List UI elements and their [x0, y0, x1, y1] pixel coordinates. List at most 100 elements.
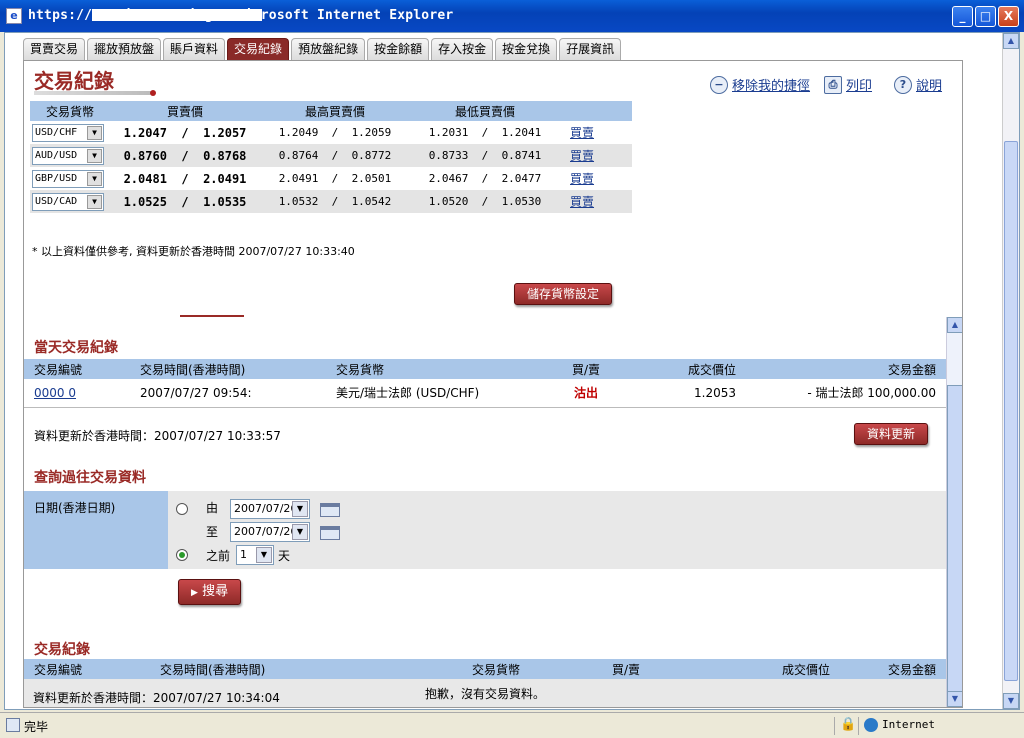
rate-row: AUD/USD ▼ 0.8760 / 0.8768 0.8764 / 0.8772 0.…	[30, 144, 632, 167]
history-header-time: 交易時間(香港時間)	[160, 659, 320, 679]
currency-pair-value: USD/CAD	[35, 195, 78, 207]
status-divider	[858, 717, 859, 735]
trade-link[interactable]: 買賣	[570, 126, 594, 140]
window-scroll-up[interactable]: ▲	[1003, 33, 1019, 49]
window-scroll-thumb[interactable]	[1004, 141, 1018, 681]
ie-icon: e	[6, 8, 22, 24]
trade-link[interactable]: 買賣	[570, 149, 594, 163]
high-bid-value: 0.8764	[278, 149, 319, 162]
currency-pair-select[interactable]: AUD/USD ▼	[32, 146, 104, 165]
print-link[interactable]: ⎙ 列印	[824, 75, 872, 94]
tab-3[interactable]: 交易紀錄	[227, 38, 290, 60]
tab-2[interactable]: 賬戶資料	[163, 38, 226, 60]
history-header-id: 交易編號	[24, 659, 160, 679]
rates-header-pair: 交易貨幣	[30, 101, 110, 121]
window-scrollbar[interactable]: ▲ ▼	[1002, 33, 1019, 709]
window-scroll-down[interactable]: ▼	[1003, 693, 1019, 709]
bid-value: 1.0525	[123, 194, 167, 209]
currency-pair-select[interactable]: GBP/USD ▼	[32, 169, 104, 188]
days-select[interactable]: 1 ▼	[236, 545, 274, 565]
low-bid-value: 1.0520	[428, 195, 469, 208]
chevron-down-icon: ▼	[87, 125, 102, 140]
transaction-id-link[interactable]: 0000 0	[34, 386, 76, 400]
today-header-pair: 交易貨幣	[326, 359, 556, 379]
currency-pair-select[interactable]: USD/CHF ▼	[32, 123, 104, 142]
remove-shortcut-link[interactable]: − 移除我的捷徑	[710, 75, 810, 94]
query-heading: 查詢過往交易資料	[34, 470, 146, 486]
close-button[interactable]: X	[998, 6, 1019, 27]
minimize-button[interactable]: _	[952, 6, 973, 27]
from-label: 由	[206, 501, 219, 515]
page-frame: 交易紀錄 − 移除我的捷徑 ⎙ 列印 ? 說明 交易貨幣 買賣價 最高買賣價 最…	[23, 60, 963, 708]
remove-shortcut-label[interactable]: 移除我的捷徑	[732, 75, 810, 94]
date-range-radio[interactable]	[176, 503, 188, 515]
search-button-label: 搜尋	[202, 584, 229, 599]
help-icon: ?	[894, 75, 912, 94]
today-table: 交易編號 交易時間(香港時間) 交易貨幣 買/賣 成交價位 交易金額 0000 …	[24, 359, 946, 408]
calendar-icon[interactable]	[320, 503, 340, 517]
title-dot	[150, 90, 156, 96]
redacted-url	[92, 9, 262, 21]
days-label: 天	[278, 549, 291, 563]
days-before-radio[interactable]	[176, 549, 188, 561]
history-updated: 資料更新於香港時間：2007/07/27 10:34:04	[33, 691, 280, 705]
inner-scroll-thumb[interactable]	[947, 385, 962, 705]
rate-row: GBP/USD ▼ 2.0481 / 2.0491 2.0491 / 2.0501 2.…	[30, 167, 632, 190]
high-ask-value: 2.0501	[351, 172, 392, 185]
low-ask-value: 2.0477	[501, 172, 542, 185]
transaction-time: 2007/07/27 09:54:	[140, 385, 252, 400]
lock-icon: 🔒	[840, 717, 857, 732]
history-header-amount: 交易金額	[830, 659, 946, 679]
currency-pair-select[interactable]: USD/CAD ▼	[32, 192, 104, 211]
print-label[interactable]: 列印	[846, 75, 872, 94]
low-ask-value: 0.8741	[501, 149, 542, 162]
today-header-time: 交易時間(香港時間)	[130, 359, 326, 379]
window-title-bar: e https:// online banking - Microsoft In…	[0, 0, 1024, 32]
rates-note: * 以上資料僅供參考, 資料更新於香港時間 2007/07/27 10:33:4…	[32, 245, 355, 258]
currency-pair-value: AUD/USD	[35, 149, 78, 161]
rates-header-action	[560, 101, 632, 121]
help-label[interactable]: 說明	[916, 75, 942, 94]
low-bid-value: 1.2031	[428, 126, 469, 139]
date-label: 日期(香港日期)	[24, 491, 168, 569]
from-date-select[interactable]: 2007/07/26 ▼	[230, 499, 310, 519]
zone-text: Internet	[882, 718, 935, 731]
currency-pair-value: GBP/USD	[35, 172, 78, 184]
high-ask-value: 1.2059	[351, 126, 392, 139]
ask-value: 1.2057	[203, 125, 247, 140]
tab-6[interactable]: 存入按金	[431, 38, 494, 60]
to-label: 至	[206, 525, 219, 539]
from-date-value: 2007/07/26	[234, 502, 298, 515]
refresh-button[interactable]: 資料更新	[854, 423, 929, 445]
transaction-price: 1.2053	[694, 385, 736, 400]
scroll-down-button[interactable]: ▼	[947, 691, 962, 707]
days-value: 1	[240, 548, 247, 561]
calendar-icon[interactable]	[320, 526, 340, 540]
today-header-side: 買/賣	[556, 359, 616, 379]
globe-icon	[864, 718, 878, 732]
tab-5[interactable]: 按金餘額	[367, 38, 430, 60]
ask-value: 1.0535	[203, 194, 247, 209]
history-header-price: 成交價位	[640, 659, 830, 679]
search-button[interactable]: ▶ 搜尋	[178, 579, 242, 605]
help-link[interactable]: ? 說明	[894, 75, 942, 94]
tab-7[interactable]: 按金兌換	[495, 38, 558, 60]
bid-value: 2.0481	[123, 171, 167, 186]
tab-1[interactable]: 擺放預放盤	[87, 38, 162, 60]
today-header-id: 交易編號	[24, 359, 130, 379]
save-currency-settings-button[interactable]: 儲存貨幣設定	[514, 283, 613, 305]
rates-header-low: 最低買賣價	[410, 101, 560, 121]
scroll-up-button[interactable]: ▲	[947, 317, 962, 333]
trade-link[interactable]: 買賣	[570, 195, 594, 209]
rates-table: 交易貨幣 買賣價 最高買賣價 最低買賣價 USD/CHF ▼ 1.2047 / 1.…	[30, 101, 632, 213]
to-date-select[interactable]: 2007/07/26 ▼	[230, 522, 310, 542]
tab-0[interactable]: 買賣交易	[23, 38, 86, 60]
chevron-down-icon: ▼	[256, 547, 272, 563]
tab-4[interactable]: 預放盤紀錄	[291, 38, 366, 60]
rates-section: 交易紀錄 − 移除我的捷徑 ⎙ 列印 ? 說明 交易貨幣 買賣價 最高買賣價 最…	[24, 61, 944, 321]
tab-8[interactable]: 孖展資訊	[559, 38, 622, 60]
today-updated: 資料更新於香港時間：2007/07/27 10:33:57	[34, 429, 281, 443]
trade-link[interactable]: 買賣	[570, 172, 594, 186]
inner-scrollbar[interactable]: ▲ ▼	[946, 317, 962, 707]
maximize-button[interactable]: □	[975, 6, 996, 27]
